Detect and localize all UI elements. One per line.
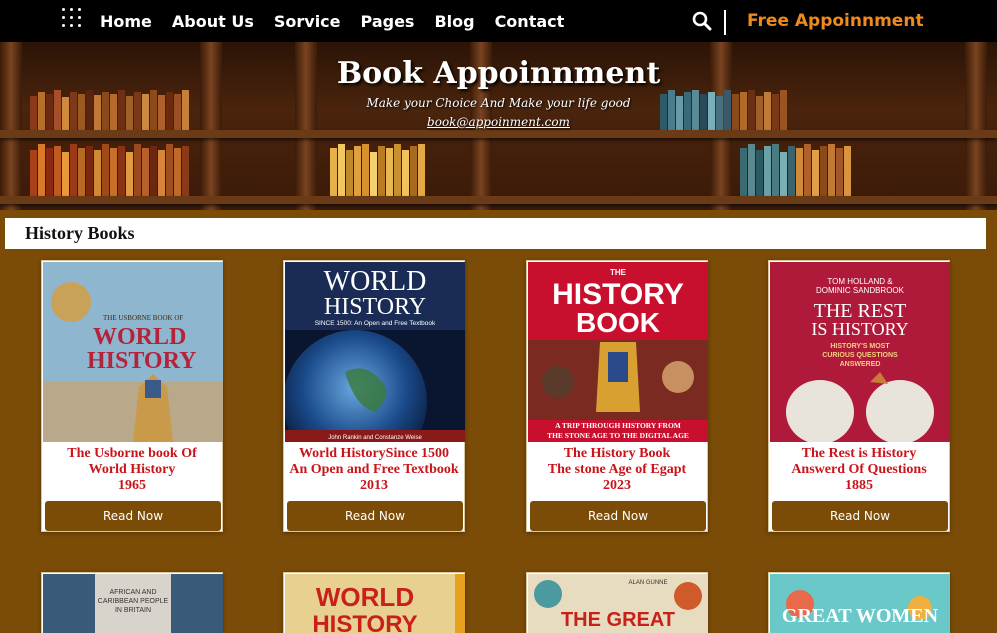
book-title-line: An Open and Free Textbook bbox=[289, 462, 459, 477]
cover-authors: John Rankin and Constanze Weise bbox=[328, 435, 422, 441]
shelf-board bbox=[0, 196, 997, 204]
book-card: WORLD HISTORY SINCE 1500: An Open and Fr… bbox=[283, 260, 465, 532]
book-title-line: The Rest is History bbox=[801, 446, 917, 461]
cover-title: GREAT WOMEN bbox=[782, 605, 939, 627]
hero-title: Book Appoinnment bbox=[336, 56, 661, 91]
cover-tagline-2: THE STONE AGE TO THE DIGITAL AGE bbox=[547, 431, 689, 440]
cover-title-line-2: BOOK bbox=[576, 307, 660, 338]
section-title: History Books bbox=[25, 223, 135, 243]
book-cover-image: WORLD HISTORY bbox=[285, 574, 465, 633]
book-title-line: The stone Age of Egapt bbox=[547, 462, 687, 477]
book-cover-image: THE HISTORY BOOK A TRIP THROUGH HISTORY … bbox=[528, 262, 708, 442]
grid-menu-icon[interactable] bbox=[62, 8, 82, 28]
nav-about-us[interactable]: About Us bbox=[172, 12, 254, 31]
cover-sub-3: ANSWERED bbox=[840, 361, 881, 368]
cover-title: THE GREAT bbox=[561, 609, 675, 631]
cover-author: ALAN GUNNE bbox=[628, 580, 667, 586]
book-caption: The History Book The stone Age of Egapt … bbox=[527, 446, 707, 494]
cover-title-line-2: HISTORY bbox=[87, 348, 196, 374]
nav-service[interactable]: Sorvice bbox=[274, 12, 341, 31]
cover-authors-line-1: TOM HOLLAND & bbox=[827, 277, 893, 286]
cover-text-1: AFRICAN AND bbox=[109, 589, 156, 596]
cover-text-2: CARIBBEAN PEOPLE bbox=[98, 598, 169, 605]
book-title-line: World History bbox=[88, 462, 176, 477]
cover-title-line-1: WORLD bbox=[324, 266, 427, 297]
search-icon[interactable] bbox=[692, 11, 712, 31]
book-title-line: Answerd Of Questions bbox=[791, 462, 927, 477]
cover-title-line-1: WORLD bbox=[93, 324, 186, 350]
cover-title-line-2: HISTORY bbox=[324, 294, 426, 320]
book-card: THE HISTORY BOOK A TRIP THROUGH HISTORY … bbox=[526, 260, 708, 532]
hero-email-link[interactable]: book@appoinment.com bbox=[0, 115, 997, 129]
hero-subtitle: Make your Choice And Make your life good bbox=[366, 96, 631, 110]
book-caption: World HistorySince 1500 An Open and Free… bbox=[284, 446, 464, 494]
book-card: GREAT WOMEN bbox=[768, 572, 950, 633]
book-card: ALAN GUNNE THE GREAT bbox=[526, 572, 708, 633]
book-year: 2023 bbox=[603, 478, 631, 493]
nav-pages[interactable]: Pages bbox=[361, 12, 415, 31]
book-cover-image: TOM HOLLAND & DOMINIC SANDBROOK THE REST… bbox=[770, 262, 950, 442]
shelf-board bbox=[0, 130, 997, 138]
cover-text-3: IN BRITAIN bbox=[115, 607, 151, 614]
cover-title-line-2: IS HISTORY bbox=[811, 319, 908, 339]
book-card: TOM HOLLAND & DOMINIC SANDBROOK THE REST… bbox=[768, 260, 950, 532]
nav-links: Home About Us Sorvice Pages Blog Contact bbox=[100, 0, 584, 42]
free-appointment-link[interactable]: Free Appoinnment bbox=[747, 11, 924, 31]
book-cover-image: THE USBORNE BOOK OF WORLD HISTORY bbox=[43, 262, 223, 442]
cover-small-text: THE bbox=[610, 268, 627, 277]
nav-contact[interactable]: Contact bbox=[495, 12, 565, 31]
cover-sub-1: HISTORY'S MOST bbox=[830, 343, 890, 350]
cover-subtitle: SINCE 1500: An Open and Free Textbook bbox=[315, 320, 436, 327]
book-year: 1965 bbox=[118, 478, 146, 493]
read-now-button[interactable]: Read Now bbox=[772, 501, 948, 531]
nav-blog[interactable]: Blog bbox=[434, 12, 474, 31]
cover-authors-line-2: DOMINIC SANDBROOK bbox=[816, 286, 905, 295]
bookshelf-books bbox=[30, 144, 190, 196]
book-cover-image: ALAN GUNNE THE GREAT bbox=[528, 574, 708, 633]
bookshelf-books bbox=[330, 144, 426, 196]
read-now-button[interactable]: Read Now bbox=[287, 501, 463, 531]
book-caption: The Usborne book Of World History 1965 bbox=[42, 446, 222, 494]
book-card: WORLD HISTORY bbox=[283, 572, 465, 633]
cover-title-line-1: WORLD bbox=[316, 582, 414, 612]
book-title-line: World HistorySince 1500 bbox=[298, 446, 450, 461]
top-navbar: Home About Us Sorvice Pages Blog Contact… bbox=[0, 0, 997, 42]
bookshelf-books bbox=[740, 144, 852, 196]
book-cover-image: AFRICAN AND CARIBBEAN PEOPLE IN BRITAIN bbox=[43, 574, 223, 633]
book-title-line: The Usborne book Of bbox=[67, 446, 197, 461]
nav-home[interactable]: Home bbox=[100, 12, 152, 31]
cover-sub-2: CURIOUS QUESTIONS bbox=[822, 352, 898, 359]
book-caption: The Rest is History Answerd Of Questions… bbox=[769, 446, 949, 494]
book-cover-image: GREAT WOMEN bbox=[770, 574, 950, 633]
cover-tagline-1: A TRIP THROUGH HISTORY FROM bbox=[555, 421, 681, 430]
read-now-button[interactable]: Read Now bbox=[45, 501, 221, 531]
book-card: THE USBORNE BOOK OF WORLD HISTORY The Us… bbox=[41, 260, 223, 532]
read-now-button[interactable]: Read Now bbox=[530, 501, 706, 531]
book-cover-image: WORLD HISTORY SINCE 1500: An Open and Fr… bbox=[285, 262, 465, 442]
book-year: 1885 bbox=[845, 478, 873, 493]
hero-banner: Book Appoinnment Make your Choice And Ma… bbox=[0, 42, 997, 210]
book-year: 2013 bbox=[360, 478, 388, 493]
cover-small-text: THE USBORNE BOOK OF bbox=[103, 314, 183, 322]
cover-title-line-2: HISTORY bbox=[312, 611, 417, 633]
nav-divider bbox=[724, 10, 726, 35]
book-title-line: The History Book bbox=[563, 446, 671, 461]
book-card: AFRICAN AND CARIBBEAN PEOPLE IN BRITAIN bbox=[41, 572, 223, 633]
section-header: History Books bbox=[5, 218, 986, 249]
